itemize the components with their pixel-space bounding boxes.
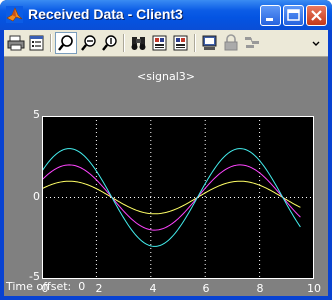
- binoculars-icon: [131, 37, 146, 50]
- toolbar: [4, 30, 328, 57]
- toolbar-separator: [50, 34, 52, 52]
- lock-button[interactable]: [221, 33, 241, 53]
- time-offset-label: Time offset:: [6, 280, 72, 293]
- plot-area: <signal3> 5 0 -5 0 2 4 6 8 10 Time offse…: [4, 57, 328, 296]
- x-tick-label: 10: [307, 282, 321, 295]
- title-bar[interactable]: Received Data - Client3: [0, 0, 332, 30]
- maximize-button[interactable]: [283, 5, 304, 26]
- matlab-app-icon[interactable]: [6, 6, 23, 23]
- window-title: Received Data - Client3: [28, 6, 183, 22]
- floating-scope-button[interactable]: [200, 33, 220, 53]
- lock-icon: [224, 34, 238, 51]
- y-tick-label: 5: [33, 108, 40, 121]
- restore-axes-button[interactable]: [171, 33, 191, 53]
- parameters-icon: [29, 35, 44, 51]
- toolbar-overflow-button[interactable]: [309, 33, 323, 53]
- plot-title: <signal3>: [137, 70, 195, 83]
- y-tick-label: 0: [33, 190, 40, 203]
- maximize-icon: [287, 9, 300, 21]
- floating-scope-icon: [202, 35, 217, 50]
- toolbar-separator: [194, 34, 196, 52]
- minimize-icon: [266, 18, 273, 21]
- toolbar-separator: [123, 34, 125, 52]
- autoscale-button[interactable]: [129, 33, 149, 53]
- parameters-button[interactable]: [27, 33, 47, 53]
- window-frame-right: [328, 30, 332, 300]
- zoom-y-icon: [102, 35, 117, 51]
- scope-window: Received Data - Client3 <signal3> 5 0 -5…: [0, 0, 332, 300]
- x-tick-label: 6: [202, 282, 210, 295]
- client-area: <signal3> 5 0 -5 0 2 4 6 8 10 Time offse…: [4, 30, 328, 296]
- window-frame-bottom: [0, 296, 332, 300]
- signal-selector-icon: [245, 37, 259, 48]
- close-icon: [311, 10, 322, 21]
- zoom-y-button[interactable]: [100, 33, 120, 53]
- x-tick-label: 8: [256, 282, 264, 295]
- signal-selector-button[interactable]: [242, 33, 262, 53]
- print-icon: [7, 35, 25, 51]
- status-bar: Time offset: 0: [6, 280, 85, 293]
- save-axes-icon: [152, 35, 167, 51]
- close-button[interactable]: [306, 5, 327, 26]
- zoom-icon: [58, 35, 73, 51]
- minimize-button[interactable]: [260, 5, 281, 26]
- restore-axes-icon: [173, 35, 188, 51]
- x-tick-label: 4: [149, 282, 157, 295]
- print-button[interactable]: [6, 33, 26, 53]
- time-offset-value: 0: [78, 280, 86, 293]
- chevron-icon: [312, 41, 320, 46]
- x-tick-label: 2: [95, 282, 103, 295]
- zoom-x-icon: [81, 35, 96, 51]
- zoom-x-button[interactable]: [79, 33, 99, 53]
- save-axes-button[interactable]: [150, 33, 170, 53]
- zoom-button[interactable]: [55, 32, 77, 54]
- scope-axes[interactable]: [42, 116, 314, 279]
